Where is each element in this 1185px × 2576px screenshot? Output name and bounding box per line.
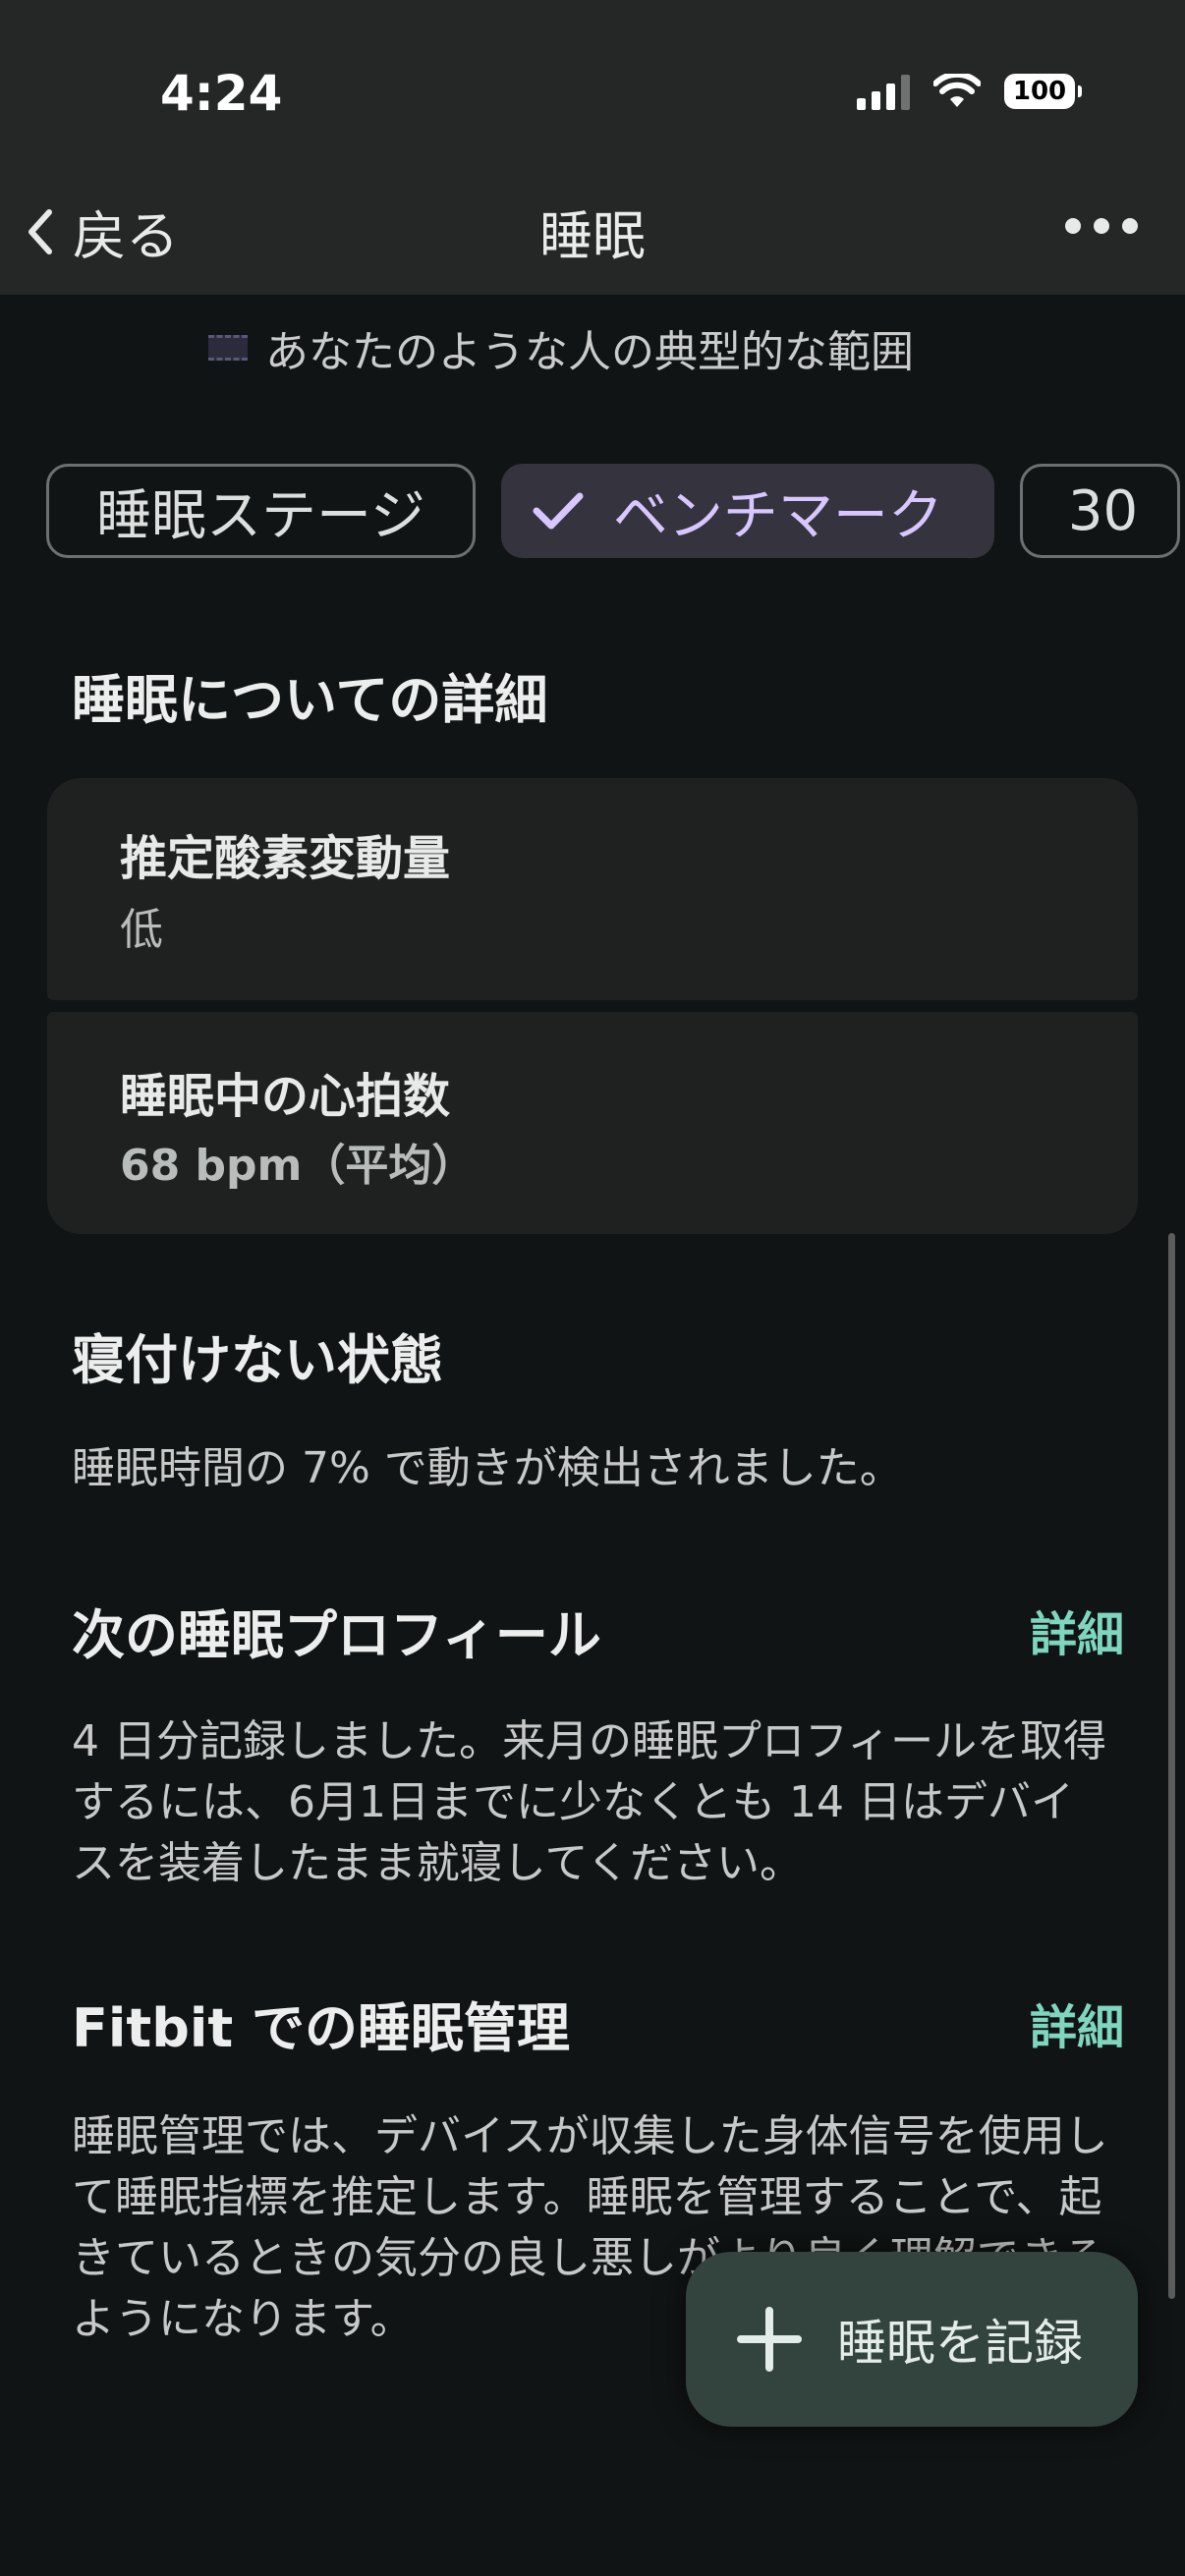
status-time: 4:24: [160, 65, 283, 122]
cellular-signal-icon: [857, 73, 910, 110]
range-legend-text: あなたのような人の典型的な範囲: [265, 327, 914, 377]
oxygen-variation-label: 推定酸素変動量: [120, 831, 451, 886]
next-profile-heading: 次の睡眠プロフィール: [72, 1604, 601, 1666]
chip-label: 30: [1067, 478, 1139, 543]
wifi-icon: [933, 74, 981, 107]
oxygen-variation-value: 低: [120, 905, 163, 955]
battery-icon: 100: [1004, 74, 1082, 109]
chip-sleep-stages[interactable]: 睡眠ステージ: [46, 464, 476, 558]
sleeping-heart-rate-label: 睡眠中の心拍数: [120, 1069, 451, 1124]
log-sleep-label: 睡眠を記録: [837, 2315, 1083, 2372]
details-heading: 睡眠についての詳細: [72, 669, 548, 731]
chip-benchmark[interactable]: ベンチマーク: [500, 464, 994, 558]
sleeping-heart-rate-card[interactable]: 睡眠中の心拍数 68 bpm（平均）: [47, 1012, 1138, 1234]
range-legend-swatch: [208, 335, 248, 361]
more-options-button[interactable]: [1065, 218, 1138, 234]
status-icons: 100: [857, 73, 1082, 110]
sleeping-heart-rate-value: 68 bpm（平均）: [120, 1141, 476, 1191]
oxygen-variation-card[interactable]: 推定酸素変動量 低: [47, 778, 1138, 1000]
more-dot-icon: [1094, 218, 1109, 234]
page-title: 睡眠: [539, 205, 646, 267]
restless-heading: 寝付けない状態: [72, 1329, 443, 1391]
more-dot-icon: [1065, 218, 1081, 234]
chip-label: 睡眠ステージ: [96, 483, 425, 548]
fitbit-sleep-heading: Fitbit での睡眠管理: [72, 1997, 570, 2059]
more-dot-icon: [1122, 218, 1138, 234]
plus-icon: [737, 2307, 802, 2372]
checkmark-icon: [533, 492, 584, 530]
chip-label: ベンチマーク: [612, 483, 943, 548]
scrollbar[interactable]: [1168, 1233, 1175, 2299]
next-profile-text: 4 日分記録しました。来月の睡眠プロフィールを取得するには、6月1日までに少なく…: [72, 1716, 1107, 1888]
fitbit-sleep-details-link[interactable]: 詳細: [1030, 1988, 1124, 2057]
restless-text: 睡眠時間の 7% で動きが検出されました。: [72, 1443, 903, 1493]
range-legend: あなたのような人の典型的な範囲: [208, 316, 914, 379]
view-chips: 睡眠ステージ ベンチマーク 30: [46, 464, 1181, 558]
next-profile-details-link[interactable]: 詳細: [1030, 1596, 1124, 1664]
log-sleep-button[interactable]: 睡眠を記録: [686, 2252, 1138, 2427]
chip-30-days[interactable]: 30: [1019, 464, 1181, 558]
